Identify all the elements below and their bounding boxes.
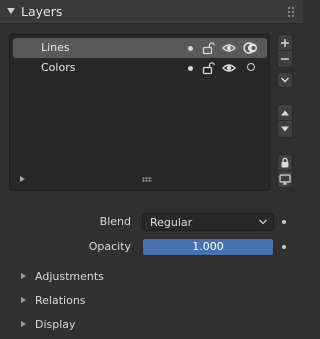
opacity-slider[interactable]: 1.000 <box>142 238 274 256</box>
subpanel-adjustments[interactable]: Adjustments <box>35 270 104 283</box>
eye-icon[interactable] <box>222 61 236 75</box>
unlock-icon[interactable] <box>201 41 215 55</box>
display-toggle-button[interactable] <box>278 171 292 187</box>
layer-row-colors[interactable]: Colors <box>13 58 267 78</box>
panel-title: Layers <box>21 4 63 19</box>
collapse-chevron-icon[interactable] <box>7 8 15 14</box>
subpanel-relations[interactable]: Relations <box>35 294 86 307</box>
layer-name: Lines <box>41 41 70 54</box>
layer-specials-menu-button[interactable] <box>277 72 293 88</box>
add-icon <box>281 38 289 47</box>
blend-label: Blend <box>99 215 131 228</box>
opacity-label: Opacity <box>88 240 131 253</box>
layer-list[interactable]: Lines Colors <box>9 34 270 191</box>
layers-panel-header[interactable]: Layers <box>0 0 303 24</box>
onion-skin-icon[interactable] <box>243 41 259 55</box>
move-layer-up-button[interactable] <box>278 105 292 121</box>
screen-icon <box>279 173 291 185</box>
drag-grip-icon[interactable] <box>287 6 295 18</box>
move-up-icon <box>281 110 289 115</box>
unlock-icon[interactable] <box>201 61 215 75</box>
blend-mode-value: Regular <box>150 216 193 229</box>
onion-skin-off-icon[interactable] <box>247 63 255 71</box>
opacity-keyframe-dot-icon[interactable] <box>282 245 286 249</box>
expand-triangle-icon[interactable] <box>21 321 26 327</box>
blend-mode-select[interactable]: Regular <box>142 213 274 231</box>
chevron-down-icon <box>259 219 267 225</box>
lock-all-button[interactable] <box>278 155 292 171</box>
remove-layer-button[interactable] <box>278 51 292 67</box>
blend-keyframe-dot-icon[interactable] <box>282 220 286 224</box>
move-group <box>277 104 293 138</box>
use-lights-dot-icon[interactable] <box>188 66 193 71</box>
lock-icon <box>281 157 289 168</box>
add-remove-group <box>277 34 293 68</box>
lock-display-group <box>277 154 293 188</box>
subpanel-display[interactable]: Display <box>35 318 76 331</box>
use-lights-dot-icon[interactable] <box>188 46 193 51</box>
move-down-icon <box>281 126 289 132</box>
chevron-down-icon <box>281 77 289 83</box>
layer-row-lines[interactable]: Lines <box>13 38 267 58</box>
list-filter-expander-icon[interactable] <box>20 176 25 182</box>
move-layer-down-button[interactable] <box>278 121 292 137</box>
remove-icon <box>281 58 289 60</box>
list-resize-grip-icon[interactable] <box>142 177 152 182</box>
layer-name: Colors <box>41 61 76 74</box>
add-layer-button[interactable] <box>278 35 292 51</box>
expand-triangle-icon[interactable] <box>21 297 26 303</box>
eye-icon[interactable] <box>222 41 236 55</box>
expand-triangle-icon[interactable] <box>21 273 26 279</box>
